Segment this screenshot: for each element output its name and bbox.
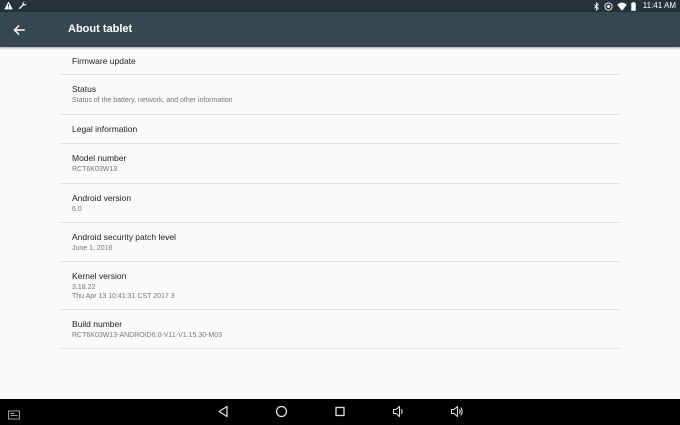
- list-item-build-number[interactable]: Build number RCT6K03W13-ANDROID6.0-V11-V…: [60, 310, 620, 349]
- list-item-kernel-version: Kernel version 3.18.22 Thu Apr 13 10:41:…: [60, 262, 620, 310]
- settings-list: Firmware update Status Status of the bat…: [60, 47, 620, 349]
- item-summary: RCT6K03W13: [72, 166, 118, 173]
- status-time: 11:41 AM: [642, 1, 676, 10]
- item-title: Kernel version: [72, 271, 127, 281]
- sync-icon: [604, 1, 613, 11]
- warning-icon: [4, 1, 13, 10]
- volume-up-icon[interactable]: [450, 405, 464, 423]
- wrench-icon: [18, 1, 27, 10]
- volume-down-icon[interactable]: [392, 405, 405, 423]
- item-title: Android security patch level: [72, 232, 176, 242]
- item-title: Android version: [72, 193, 132, 203]
- item-summary: June 1, 2016: [72, 245, 113, 252]
- home-icon[interactable]: [275, 405, 288, 423]
- item-summary: 6.0: [72, 206, 82, 213]
- recents-icon[interactable]: [334, 405, 346, 423]
- item-title: Status: [72, 84, 97, 94]
- list-item-firmware-update[interactable]: Firmware update: [60, 47, 620, 75]
- battery-icon: [631, 1, 636, 11]
- wifi-icon: [616, 2, 627, 11]
- screenshot-icon[interactable]: [8, 407, 20, 425]
- back-icon[interactable]: [217, 405, 229, 423]
- item-title: Legal information: [72, 124, 138, 134]
- item-summary: 3.18.22: [72, 284, 96, 291]
- item-summary-line-2: Thu Apr 13 10:41:31 CST 2017 3: [72, 293, 175, 300]
- app-bar: About tablet: [0, 12, 680, 47]
- arrow-back-icon[interactable]: [10, 21, 28, 39]
- item-summary: Status of the battery, network, and othe…: [72, 97, 233, 104]
- list-item-security-patch-level: Android security patch level June 1, 201…: [60, 223, 620, 262]
- item-title: Firmware update: [72, 56, 136, 66]
- list-item-model-number: Model number RCT6K03W13: [60, 144, 620, 184]
- bluetooth-icon: [593, 1, 600, 11]
- status-bar: 11:41 AM: [0, 0, 680, 12]
- list-item-legal-information[interactable]: Legal information: [60, 115, 620, 144]
- list-item-status[interactable]: Status Status of the battery, network, a…: [60, 75, 620, 115]
- page-title: About tablet: [68, 23, 133, 35]
- item-title: Build number: [72, 319, 123, 329]
- navigation-bar: [0, 399, 680, 425]
- item-summary: RCT6K03W13-ANDROID6.0-V11-V1.15.30-M03: [72, 332, 223, 339]
- list-item-android-version[interactable]: Android version 6.0: [60, 184, 620, 223]
- item-title: Model number: [72, 153, 127, 163]
